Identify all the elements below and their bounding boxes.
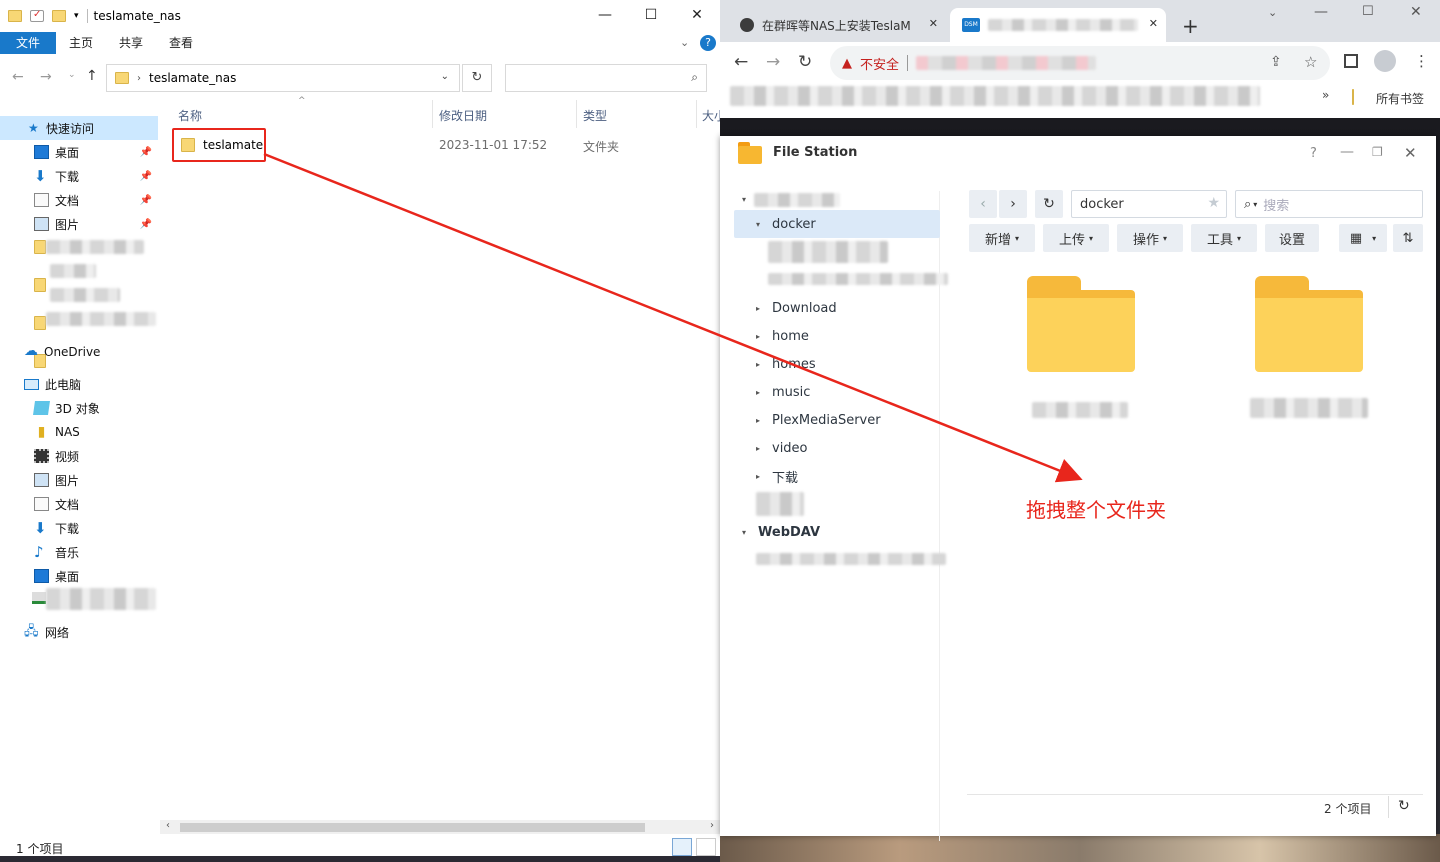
annotation-text: 拖拽整个文件夹 bbox=[1026, 498, 1166, 522]
annotation-arrow bbox=[263, 152, 1083, 483]
